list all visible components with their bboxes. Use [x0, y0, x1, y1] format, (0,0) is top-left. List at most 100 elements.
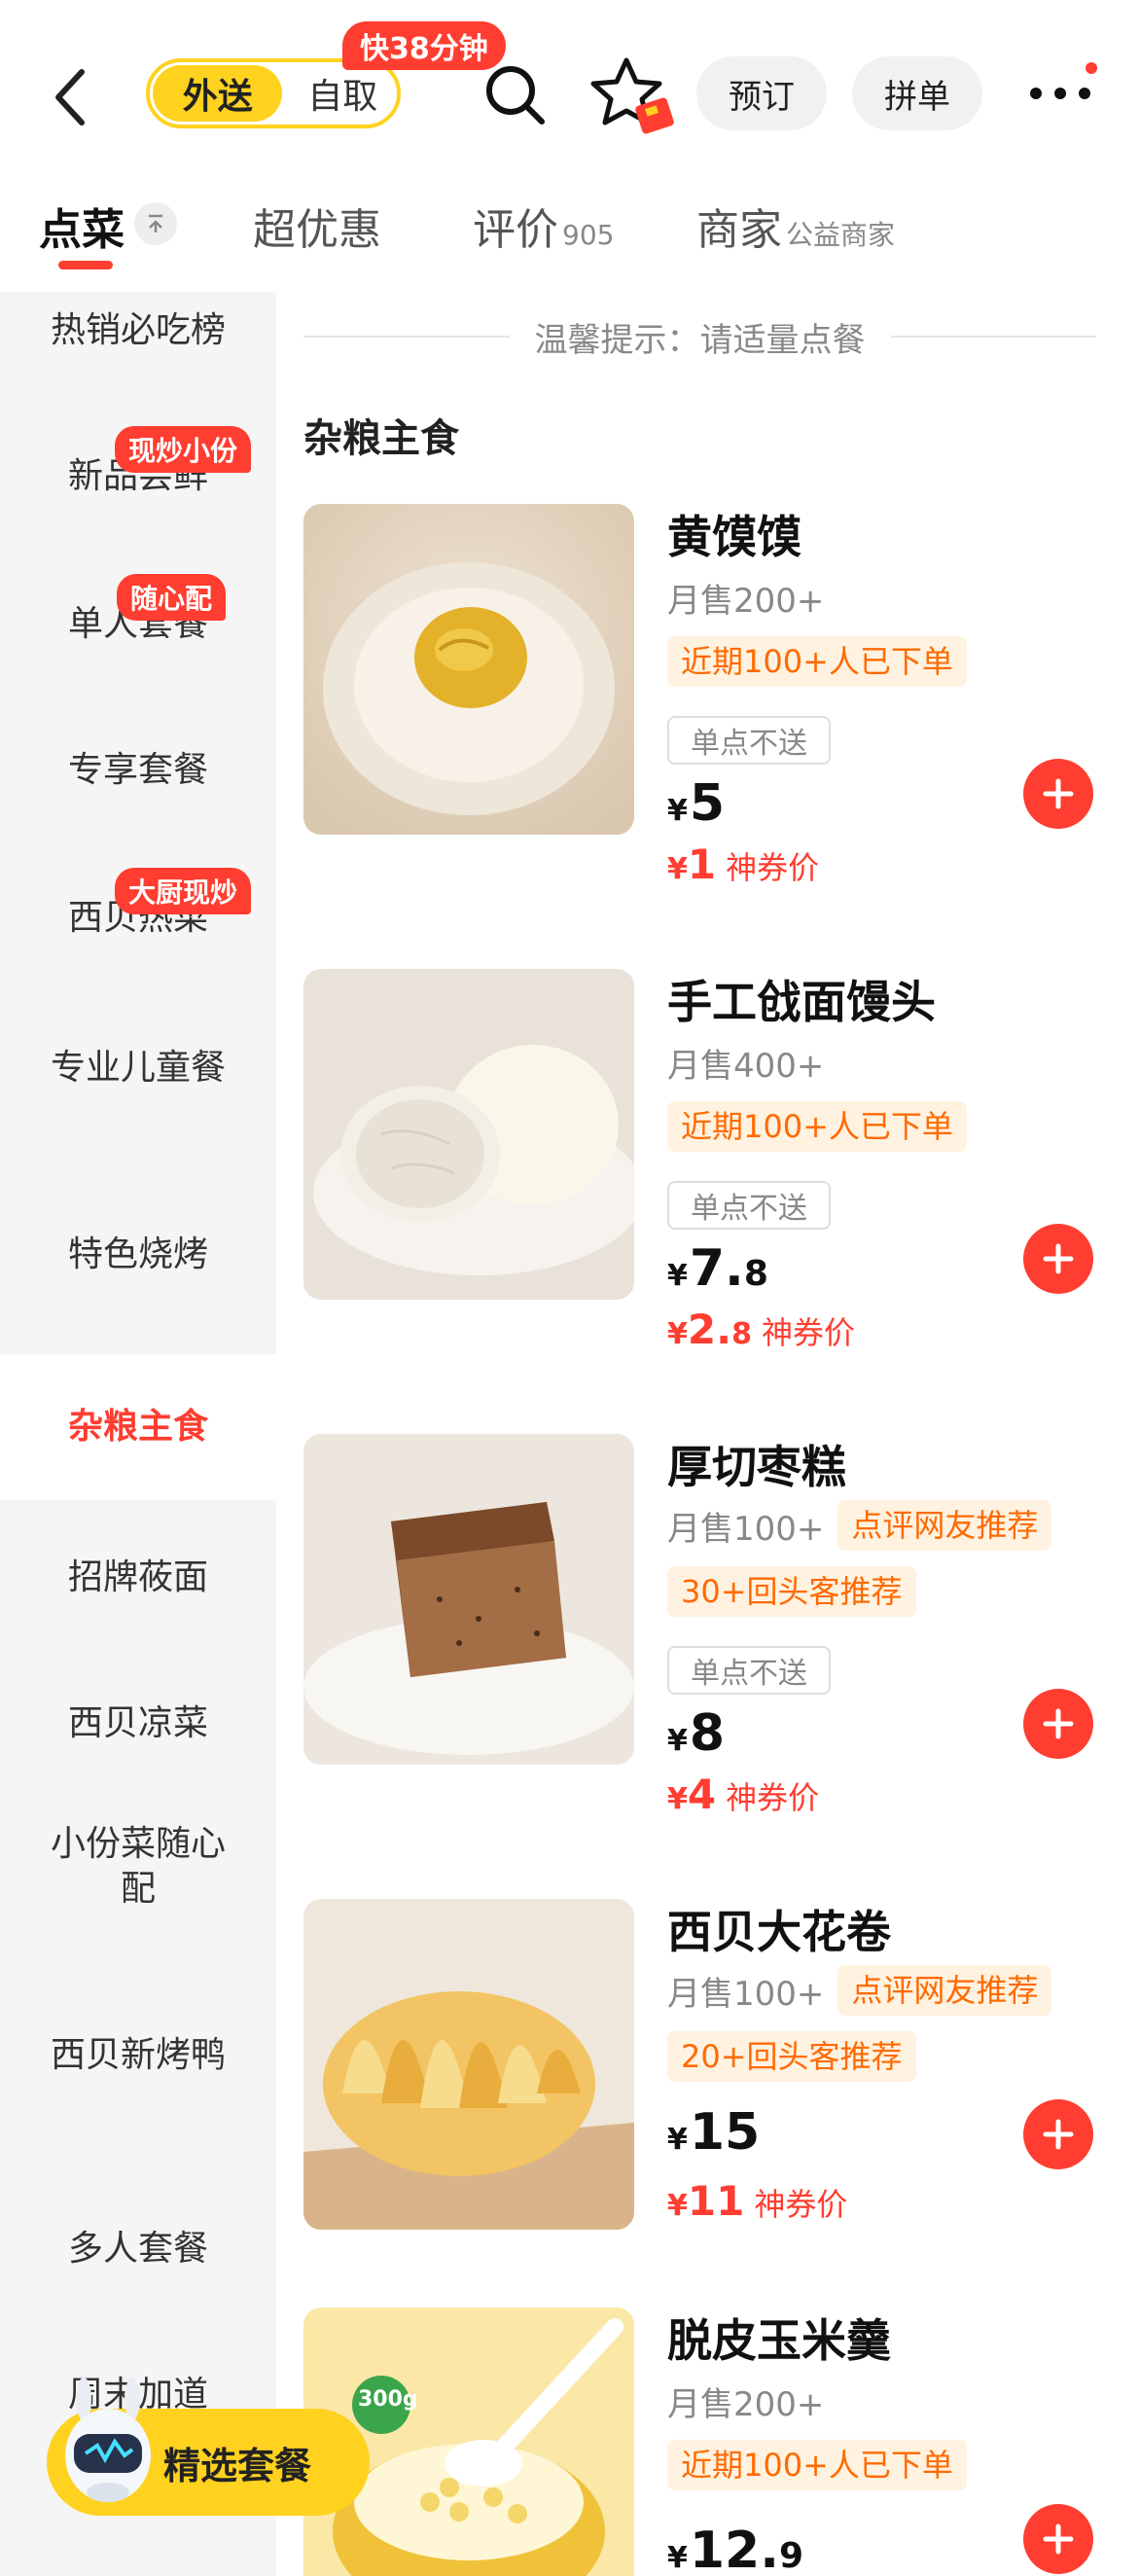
- back-button[interactable]: [43, 58, 97, 136]
- price-value: 7.: [689, 1239, 744, 1298]
- item-tag: 点评网友推荐: [837, 1965, 1052, 2016]
- coupon-price: ¥4 神券价: [667, 1771, 819, 1818]
- tab-deals[interactable]: 超优惠: [253, 195, 381, 257]
- store-tabs: 点菜 超优惠 评价 905 商家 公益商家: [0, 185, 1140, 292]
- price-value: 12.: [689, 2522, 779, 2576]
- item-name: 厚切枣糕: [667, 1441, 846, 1493]
- search-button[interactable]: [477, 56, 554, 134]
- price-value: 5: [689, 774, 726, 833]
- item-name: 脱皮玉米羹: [667, 2314, 891, 2367]
- sidebar-item-kids[interactable]: 专业儿童餐: [0, 1020, 276, 1117]
- item-image[interactable]: [303, 1899, 634, 2230]
- section-title: 杂粮主食: [303, 416, 459, 461]
- currency-symbol: ¥: [667, 1259, 688, 1293]
- item-tag: 近期100+人已下单: [667, 636, 967, 687]
- menu-item[interactable]: 西贝大花卷 月售100+ 点评网友推荐 20+回头客推荐 ¥15 ¥11 神券价: [303, 1899, 1111, 2327]
- sidebar-item-hot[interactable]: 热销必吃榜: [0, 292, 276, 370]
- sidebar-item-cold-dishes[interactable]: 西贝凉菜: [0, 1685, 276, 1763]
- sidebar-item-roast-duck[interactable]: 西贝新烤鸭: [0, 2002, 276, 2109]
- item-image[interactable]: [303, 1434, 634, 1765]
- collapse-up-icon: [149, 214, 162, 233]
- more-icon: [1030, 88, 1090, 99]
- divider: [303, 336, 510, 338]
- menu-item[interactable]: 手工戗面馒头 月售400+ 近期100+人已下单 单点不送 ¥7.8 ¥2. 8 神…: [303, 969, 1111, 1397]
- item-tag: 近期100+人已下单: [667, 1101, 967, 1152]
- featured-sets-label: 精选套餐: [163, 2444, 312, 2487]
- category-sidebar: 热销必吃榜 新品尝鲜 现炒小份 单人套餐 随心配 专享套餐 西贝热菜 大厨现炒 …: [0, 292, 276, 2576]
- search-icon: [486, 66, 545, 125]
- item-tag: 点评网友推荐: [837, 1500, 1052, 1551]
- tab-order[interactable]: 点菜: [39, 195, 125, 257]
- item-tag: 30+回头客推荐: [667, 1566, 916, 1617]
- sidebar-item-group-set[interactable]: 多人套餐: [0, 2210, 276, 2288]
- reserve-button[interactable]: 预订: [696, 56, 827, 130]
- item-price: ¥5: [667, 774, 725, 833]
- add-to-cart-button[interactable]: [1023, 2099, 1093, 2169]
- coupon-price: ¥2. 8 神券价: [667, 1306, 855, 1353]
- sidebar-item-label: 小份菜随心配: [51, 1824, 227, 1909]
- group-order-button[interactable]: 拼单: [852, 56, 982, 130]
- sidebar-badge: 随心配: [117, 574, 227, 621]
- price-decimal: 9: [779, 2536, 804, 2576]
- mode-pickup[interactable]: 自取: [288, 65, 397, 122]
- item-name: 黄馍馍: [667, 511, 802, 563]
- more-button[interactable]: [1021, 66, 1099, 121]
- add-to-cart-button[interactable]: [1023, 1689, 1093, 1759]
- currency-symbol: ¥: [667, 2189, 688, 2223]
- currency-symbol: ¥: [667, 2123, 688, 2157]
- notification-dot: [1086, 62, 1097, 74]
- item-image[interactable]: [303, 504, 634, 835]
- tab-deals-label: 超优惠: [253, 205, 381, 255]
- robot-mascot-icon: [65, 2378, 151, 2502]
- item-name: 西贝大花卷: [667, 1906, 891, 1958]
- currency-symbol: ¥: [667, 1317, 688, 1351]
- add-to-cart-button[interactable]: [1023, 2504, 1093, 2574]
- sidebar-item-youmian[interactable]: 招牌莜面: [0, 1539, 276, 1617]
- divider: [890, 336, 1096, 338]
- sidebar-item-label: 西贝新烤鸭: [51, 2035, 227, 2075]
- review-count: 905: [562, 219, 615, 251]
- menu-item[interactable]: 厚切枣糕 月售100+ 点评网友推荐 30+回头客推荐 单点不送 ¥8 ¥4 神券…: [303, 1434, 1111, 1862]
- sidebar-item-staples[interactable]: 杂粮主食: [0, 1354, 276, 1500]
- sidebar-item-label: 特色烧烤: [67, 1234, 208, 1274]
- coupon-value: 1: [687, 841, 717, 888]
- featured-sets-button[interactable]: 精选套餐: [47, 2378, 370, 2516]
- menu-item[interactable]: 黄馍馍 月售200+ 近期100+人已下单 单点不送 ¥5 ¥1 神券价: [303, 504, 1111, 932]
- coupon-label: 神券价: [754, 2186, 848, 2223]
- favorite-button[interactable]: [589, 51, 683, 144]
- item-sales: 月售100+: [667, 1509, 825, 1549]
- price-value: 8: [689, 1704, 726, 1763]
- sidebar-item-small-portions[interactable]: 小份菜随心配: [0, 1813, 276, 1920]
- mode-delivery[interactable]: 外送: [153, 65, 283, 122]
- back-arrow-icon: [55, 69, 85, 125]
- sidebar-badge: 现炒小份: [115, 426, 252, 473]
- weight-badge: 300g: [358, 2387, 418, 2412]
- currency-symbol: ¥: [667, 1724, 688, 1758]
- plus-icon: [1043, 1243, 1074, 1274]
- item-price: ¥12.9: [667, 2522, 803, 2576]
- sidebar-item-label: 专享套餐: [67, 750, 208, 790]
- sales-row: 月售100+ 点评网友推荐: [667, 1965, 1052, 2016]
- add-to-cart-button[interactable]: [1023, 1224, 1093, 1294]
- add-to-cart-button[interactable]: [1023, 759, 1093, 829]
- coupon-value: 2.: [687, 1306, 732, 1353]
- sidebar-item-label: 专业儿童餐: [51, 1048, 227, 1088]
- menu-item[interactable]: 300g 脱皮玉米羹 月售200+ 近期100+人已下单 ¥12.9: [303, 2308, 1111, 2576]
- tab-order-label: 点菜: [39, 205, 125, 255]
- sidebar-item-label: 热销必吃榜: [51, 310, 227, 350]
- price-decimal: 8: [743, 1254, 768, 1294]
- tab-merchant[interactable]: 商家 公益商家: [696, 195, 895, 257]
- no-delivery-tag: 单点不送: [667, 1181, 831, 1230]
- currency-symbol: ¥: [667, 794, 688, 828]
- sidebar-item-bbq[interactable]: 特色烧烤: [0, 1216, 276, 1294]
- item-price: ¥15: [667, 2103, 760, 2162]
- item-sales: 月售200+: [667, 2385, 825, 2424]
- item-image[interactable]: [303, 969, 634, 1300]
- plus-icon: [1043, 1708, 1074, 1739]
- price-value: 15: [689, 2103, 761, 2162]
- tab-reviews[interactable]: 评价 905: [473, 195, 614, 257]
- collapse-button[interactable]: [134, 202, 177, 245]
- coupon-value: 11: [687, 2177, 745, 2225]
- sidebar-item-exclusive-set[interactable]: 专享套餐: [0, 732, 276, 809]
- tab-underline: [58, 261, 113, 269]
